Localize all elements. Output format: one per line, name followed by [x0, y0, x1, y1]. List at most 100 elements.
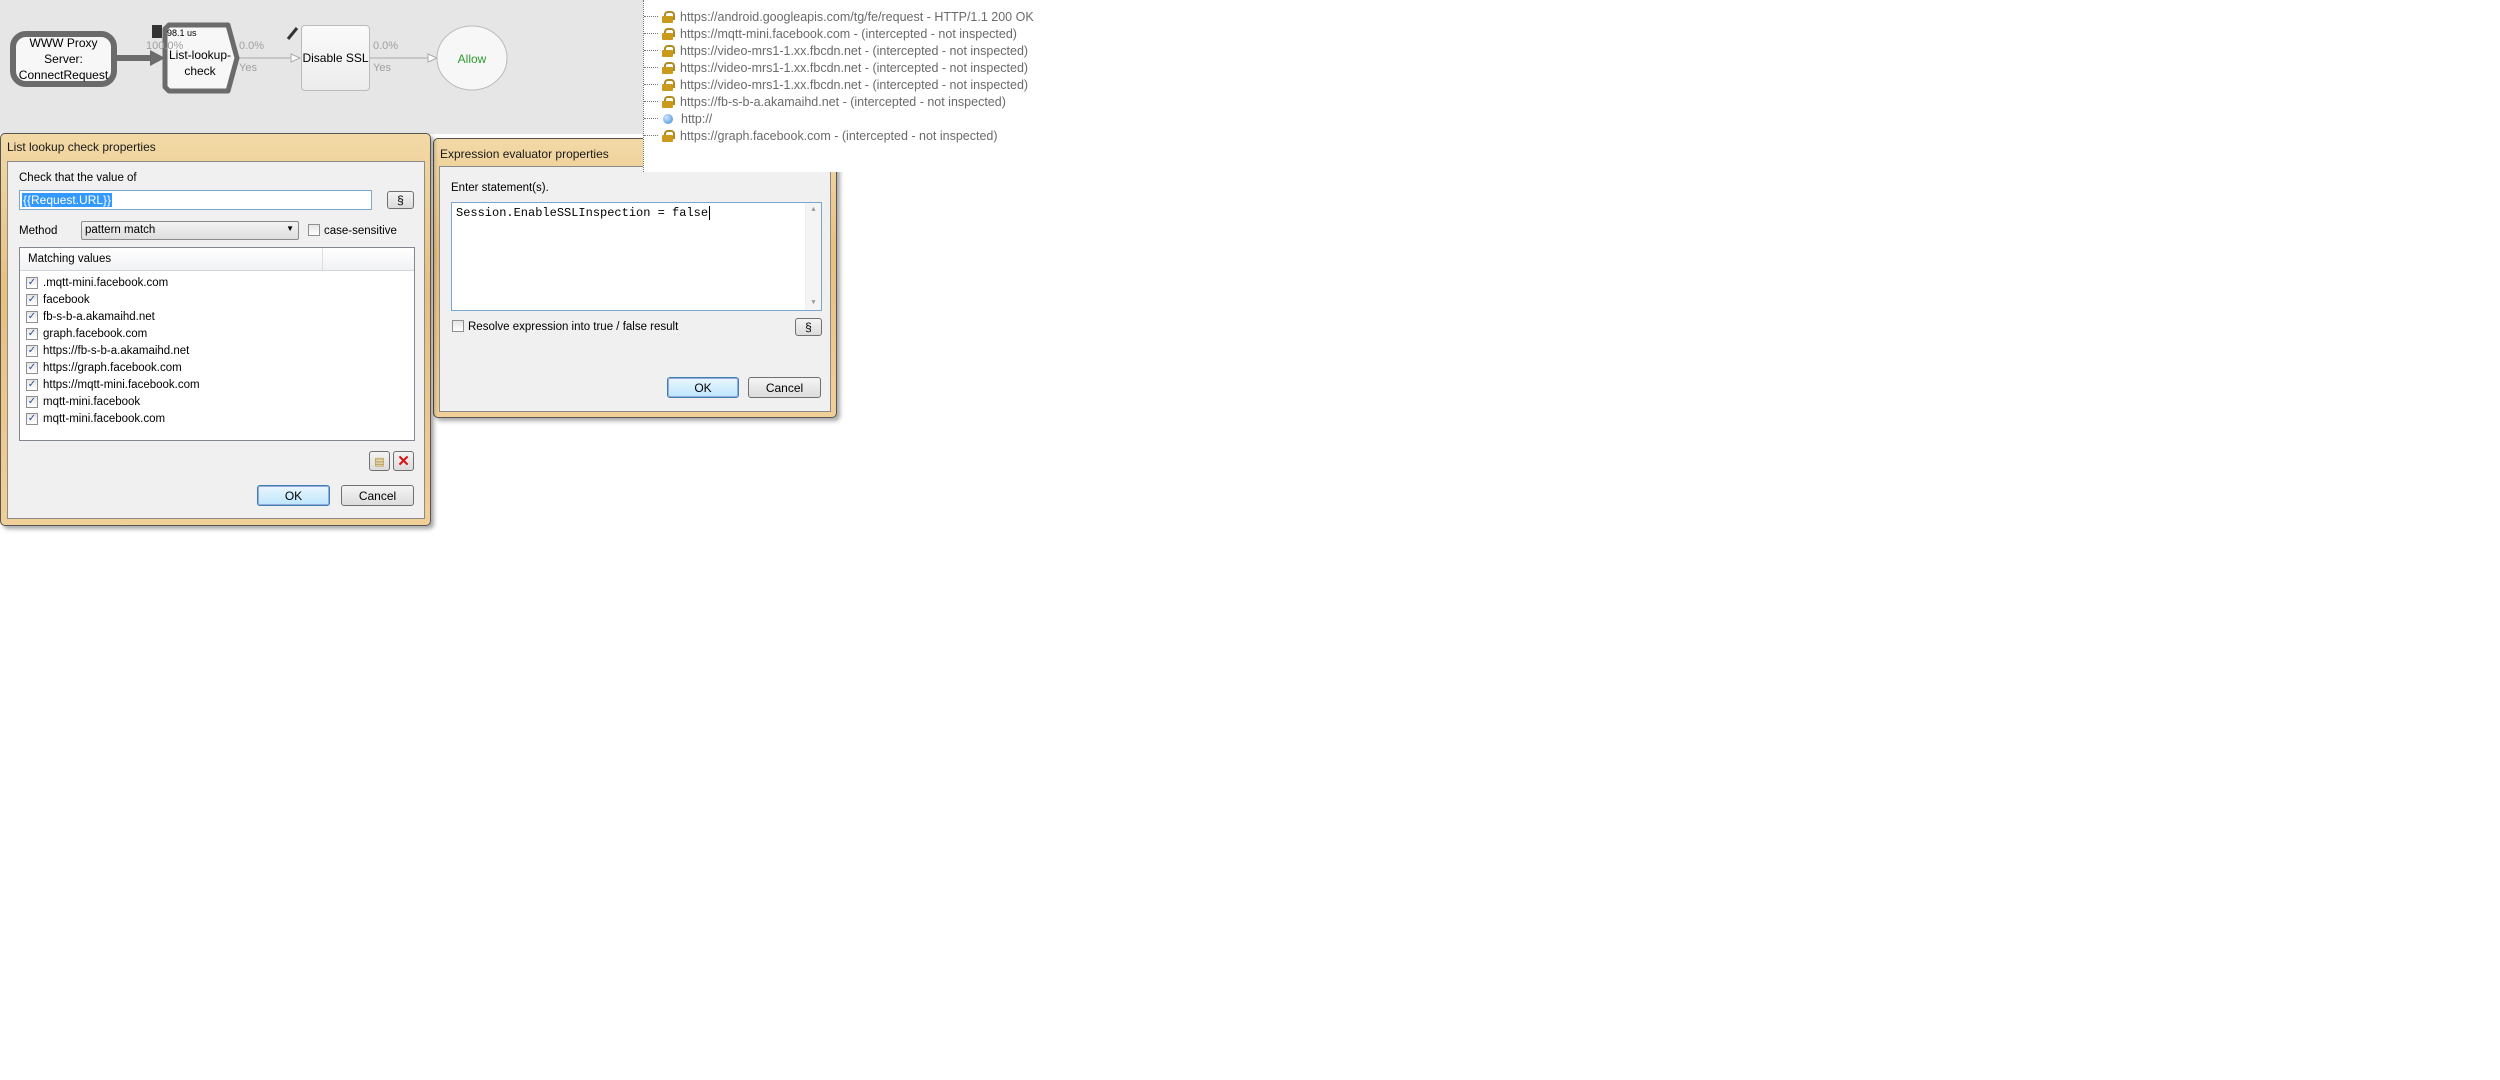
item-label: graph.facebook.com	[43, 327, 148, 340]
list-item[interactable]: ✓ graph.facebook.com	[26, 325, 147, 342]
resolve-checkbox[interactable]	[452, 320, 464, 332]
item-label: https://fb-s-b-a.akamaihd.net	[43, 344, 190, 357]
item-label: mqtt-mini.facebook.com	[43, 412, 166, 425]
statement-textarea[interactable]: Session.EnableSSLInspection = false ▲ ▼	[451, 202, 822, 311]
tree-item[interactable]: https://video-mrs1-1.xx.fbcdn.net - (int…	[644, 76, 1028, 93]
item-checkbox[interactable]: ✓	[26, 327, 38, 340]
statement-text: Session.EnableSSLInspection = false	[456, 206, 709, 220]
proxy-node[interactable]: WWW Proxy Server: ConnectRequest	[10, 31, 117, 87]
dialog-body: Check that the value of {{Request.URL}} …	[7, 161, 425, 519]
lookup-time: 98.1 us	[167, 28, 197, 38]
list-item[interactable]: ✓ .mqtt-mini.facebook.com	[26, 274, 168, 291]
tree-item[interactable]: https://graph.facebook.com - (intercepte…	[644, 127, 998, 144]
list-lookup-dialog: List lookup check properties Check that …	[0, 133, 431, 526]
list-item[interactable]: ✓ mqtt-mini.facebook.com	[26, 410, 165, 427]
item-checkbox[interactable]: ✓	[26, 395, 38, 408]
lock-icon	[662, 78, 675, 91]
lock-icon	[662, 10, 675, 23]
workflow-diagram: WWW Proxy Server: ConnectRequest 100.0% …	[0, 0, 645, 134]
list-item[interactable]: ✓ https://mqtt-mini.facebook.com	[26, 376, 200, 393]
ok-button[interactable]: OK	[257, 485, 330, 506]
edge-percent: 0.0%	[373, 40, 399, 52]
method-select[interactable]: pattern match ▼	[81, 221, 299, 240]
check-label: Check that the value of	[19, 172, 137, 184]
item-checkbox[interactable]: ✓	[26, 344, 38, 357]
arrowhead	[427, 53, 439, 63]
tree-item[interactable]: https://mqtt-mini.facebook.com - (interc…	[644, 25, 1017, 42]
vertical-scrollbar[interactable]: ▲ ▼	[805, 203, 821, 310]
lookup-node[interactable]: List-lookup- check	[168, 30, 232, 86]
lock-icon	[662, 61, 675, 74]
scroll-down-icon[interactable]: ▼	[806, 299, 821, 307]
add-item-button[interactable]: ▤	[369, 451, 390, 471]
item-checkbox[interactable]: ✓	[26, 293, 38, 306]
item-checkbox[interactable]: ✓	[26, 276, 38, 289]
case-sensitive-label: case-sensitive	[324, 225, 397, 237]
list-item[interactable]: ✓ https://fb-s-b-a.akamaihd.net	[26, 342, 189, 359]
tree-item-label: https://graph.facebook.com - (intercepte…	[680, 128, 998, 143]
tree-item-label: https://video-mrs1-1.xx.fbcdn.net - (int…	[680, 43, 1029, 58]
dialog-body: Enter statement(s). Session.EnableSSLIns…	[439, 166, 831, 412]
tree-item[interactable]: https://android.googleapis.com/tg/fe/req…	[644, 8, 1034, 25]
list-item[interactable]: ✓ facebook	[26, 291, 90, 308]
matching-values-list[interactable]: Matching values ✓ .mqtt-mini.facebook.com…	[19, 247, 415, 441]
disable-ssl-node[interactable]: Disable SSL	[301, 25, 370, 91]
list-item[interactable]: ✓ https://graph.facebook.com	[26, 359, 182, 376]
new-document-icon: ▤	[374, 455, 385, 468]
chevron-down-icon: ▼	[286, 224, 294, 233]
tree-item[interactable]: https://video-mrs1-1.xx.fbcdn.net - (int…	[644, 59, 1028, 76]
prompt-label: Enter statement(s).	[451, 182, 549, 194]
list-item[interactable]: ✓ fb-s-b-a.akamaihd.net	[26, 308, 155, 325]
list-header: Matching values	[20, 248, 414, 271]
delete-item-button[interactable]: ✕	[393, 451, 414, 471]
insert-variable-button[interactable]: §	[795, 318, 822, 336]
globe-icon	[663, 113, 673, 124]
tree-item-label: https://fb-s-b-a.akamaihd.net - (interce…	[680, 94, 1006, 109]
insert-variable-button[interactable]: §	[387, 191, 414, 209]
method-value: pattern match	[85, 224, 156, 236]
list-item[interactable]: ✓ mqtt-mini.facebook	[26, 393, 140, 410]
pencil-icon	[286, 27, 299, 40]
expression-evaluator-dialog: Expression evaluator properties Enter st…	[433, 138, 837, 418]
dialog-title: Expression evaluator properties	[440, 147, 609, 161]
item-checkbox[interactable]: ✓	[26, 378, 38, 391]
tree-item-label: https://android.googleapis.com/tg/fe/req…	[680, 9, 1034, 24]
resolve-label: Resolve expression into true / false res…	[468, 321, 679, 333]
notes-icon	[152, 25, 162, 38]
item-label: mqtt-mini.facebook	[43, 395, 141, 408]
lock-icon	[662, 129, 675, 142]
tree-item-label: http://	[681, 111, 713, 126]
item-label: https://mqtt-mini.facebook.com	[43, 378, 200, 391]
item-checkbox[interactable]: ✓	[26, 310, 38, 323]
allow-node[interactable]: Allow	[437, 26, 507, 91]
item-checkbox[interactable]: ✓	[26, 412, 38, 425]
case-sensitive-checkbox[interactable]	[308, 224, 320, 236]
scroll-up-icon[interactable]: ▲	[806, 206, 821, 214]
delete-icon: ✕	[397, 453, 410, 470]
dialog-title: List lookup check properties	[7, 140, 156, 154]
value-text: {{Request.URL}}	[22, 193, 113, 207]
method-label: Method	[19, 225, 58, 237]
lock-icon	[662, 27, 675, 40]
ok-button[interactable]: OK	[667, 377, 739, 398]
tree-item[interactable]: http://	[644, 110, 712, 127]
lock-icon	[662, 44, 675, 57]
edge-label: Yes	[373, 62, 391, 74]
edge-label: Yes	[239, 62, 257, 74]
session-tree: https://android.googleapis.com/tg/fe/req…	[643, 0, 1063, 172]
tree-item-label: https://video-mrs1-1.xx.fbcdn.net - (int…	[680, 60, 1029, 75]
item-label: facebook	[43, 293, 90, 306]
cancel-button[interactable]: Cancel	[748, 377, 821, 398]
column-divider	[322, 248, 323, 270]
column-header[interactable]: Matching values	[28, 253, 111, 265]
item-checkbox[interactable]: ✓	[26, 361, 38, 374]
tree-item-label: https://mqtt-mini.facebook.com - (interc…	[680, 26, 1017, 41]
item-label: .mqtt-mini.facebook.com	[43, 276, 169, 289]
tree-item[interactable]: https://fb-s-b-a.akamaihd.net - (interce…	[644, 93, 1006, 110]
tree-item-label: https://video-mrs1-1.xx.fbcdn.net - (int…	[680, 77, 1029, 92]
arrowhead	[290, 53, 302, 63]
cancel-button[interactable]: Cancel	[341, 485, 414, 506]
lock-icon	[662, 95, 675, 108]
tree-item[interactable]: https://video-mrs1-1.xx.fbcdn.net - (int…	[644, 42, 1028, 59]
value-input[interactable]: {{Request.URL}}	[19, 190, 372, 210]
